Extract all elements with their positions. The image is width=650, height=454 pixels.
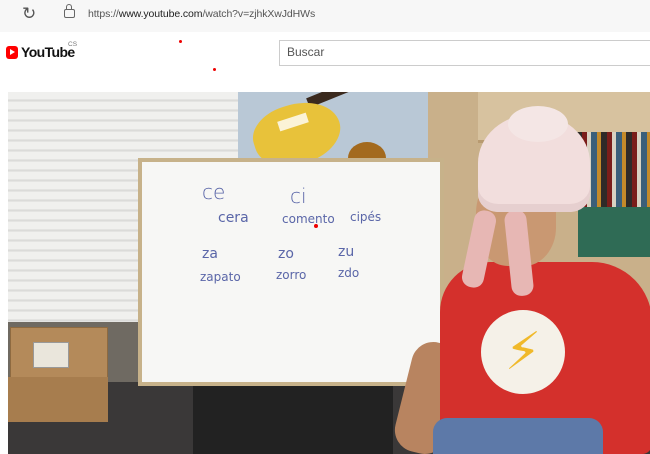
box-label (33, 342, 69, 368)
cursor-dot (179, 40, 182, 43)
cursor-dot (314, 224, 318, 228)
url-prefix: https:// (88, 8, 119, 20)
board-word: ce (202, 180, 226, 204)
board-word: comento (282, 212, 335, 226)
board-word: zapato (200, 270, 241, 284)
presenter-jeans (433, 418, 603, 454)
lightning-bolt-icon: ⚡ (478, 307, 568, 397)
url-path: /watch?v=zjhkXwJdHWs (202, 8, 316, 20)
reload-icon[interactable]: ↻ (22, 4, 36, 24)
board-word: ci (290, 184, 307, 208)
whiteboard: ce ci cera comento cipés za zo zu zapat… (138, 158, 444, 386)
board-word: zdo (338, 266, 360, 280)
shelf (578, 207, 650, 257)
search-input[interactable] (287, 45, 647, 59)
cursor-dot (213, 68, 216, 71)
search-box[interactable] (279, 40, 650, 66)
browser-toolbar: ↻ https://www.youtube.com/watch?v=zjhkXw… (0, 0, 650, 33)
video-player[interactable]: ce ci cera comento cipés za zo zu zapat… (8, 92, 650, 454)
board-word: za (202, 246, 218, 262)
region-code: CS (68, 41, 78, 48)
youtube-wordmark: YouTube (21, 44, 75, 60)
youtube-logo[interactable]: YouTube (6, 44, 75, 60)
board-word: zu (338, 244, 355, 260)
board-word: zo (278, 246, 294, 262)
board-word: zorro (276, 268, 307, 282)
board-word: cera (218, 210, 249, 226)
lock-icon[interactable] (64, 4, 75, 18)
youtube-play-icon (6, 45, 18, 59)
cardboard-box (8, 377, 108, 422)
address-bar[interactable]: https://www.youtube.com/watch?v=zjhkXwJd… (88, 8, 315, 20)
url-host: www.youtube.com (118, 8, 203, 20)
plush-hat-top (508, 106, 568, 142)
board-word: cipés (350, 210, 382, 224)
